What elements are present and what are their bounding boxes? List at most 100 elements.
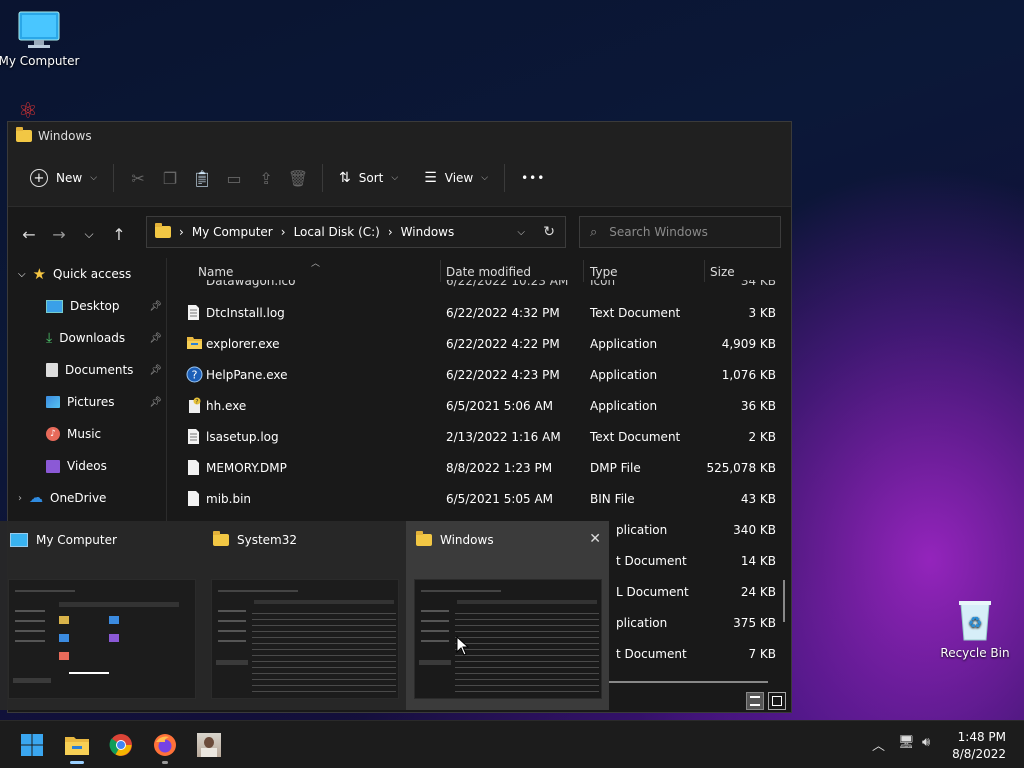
vertical-scrollbar[interactable]	[783, 580, 785, 622]
chevron-down-icon: ⌵	[391, 173, 399, 183]
command-bar: + New ⌵ ✂ ❐ 📋︎ ▭ ⇪ 🗑︎ ⇅ Sort ⌵ ☰ View ⌵ …	[8, 150, 791, 207]
column-divider[interactable]	[583, 260, 584, 282]
new-button[interactable]: + New ⌵	[22, 162, 105, 194]
address-dropdown-icon[interactable]: ⌵	[517, 227, 525, 238]
column-header-date[interactable]: Date modified	[446, 265, 531, 279]
breadcrumb-item[interactable]: Local Disk (C:)	[294, 225, 380, 239]
show-hidden-icons-button[interactable]: ︿	[872, 735, 885, 754]
file-type: Text Document	[590, 306, 681, 320]
table-row[interactable]: DtcInstall.log 6/22/2022 4:32 PM Text Docu…	[168, 298, 788, 329]
pin-icon[interactable]: 📌︎	[149, 333, 162, 344]
table-row[interactable]: ? HelpPane.exe 6/22/2022 4:23 PM Applicatio…	[168, 360, 788, 391]
up-button[interactable]: ↑	[104, 225, 134, 244]
atom-icon[interactable]: ⚛	[18, 101, 58, 123]
column-header-type[interactable]: Type	[590, 265, 618, 279]
recycle-bin-icon: ♻	[959, 601, 991, 641]
nav-item-pictures[interactable]: Pictures 📌︎	[8, 386, 166, 418]
more-options-button[interactable]: •••	[513, 162, 553, 194]
column-divider[interactable]	[440, 260, 441, 282]
thumbnail-system32[interactable]: System32	[203, 521, 406, 710]
search-box[interactable]: ⌕	[579, 216, 781, 248]
volume-icon[interactable]: 🔊︎	[922, 735, 930, 750]
table-row[interactable]: mib.bin 6/5/2021 5:05 AM BIN File 43 KB	[168, 484, 788, 515]
nav-quick-access[interactable]: ⌵ ★ Quick access	[8, 258, 166, 290]
rename-button[interactable]: ▭	[218, 162, 250, 194]
running-indicator	[70, 761, 84, 764]
clock[interactable]: 1:48 PM 8/8/2022	[952, 729, 1006, 763]
address-bar[interactable]: › My Computer › Local Disk (C:) › Window…	[146, 216, 566, 248]
desktop-folder-icon	[46, 299, 63, 313]
column-header-size[interactable]: Size	[710, 265, 735, 279]
table-row[interactable]: Datawagon.ico 6/22/2022 10:23 AM Icon 34…	[168, 280, 788, 298]
cut-button[interactable]: ✂	[122, 162, 154, 194]
file-name: mib.bin	[206, 492, 252, 506]
paste-button[interactable]: 📋︎	[186, 162, 218, 194]
recent-locations-button[interactable]: ⌵	[74, 227, 104, 242]
cloud-icon: ☁	[29, 490, 43, 506]
thumbnail-my-computer[interactable]: My Computer	[0, 521, 203, 710]
table-row[interactable]: ? hh.exe 6/5/2021 5:06 AM Application 36 KB	[168, 391, 788, 422]
thumbnail-windows[interactable]: Windows ✕	[406, 521, 609, 710]
taskbar-firefox[interactable]	[149, 729, 181, 764]
pin-icon[interactable]: 📌︎	[149, 301, 162, 312]
desktop-icon-recycle-bin[interactable]: ♻ Recycle Bin	[940, 598, 1010, 660]
more-icon: •••	[521, 171, 546, 185]
svg-text:?: ?	[195, 399, 198, 406]
nav-item-downloads[interactable]: ⤓ Downloads 📌︎	[8, 322, 166, 354]
nav-item-label: Videos	[67, 459, 107, 473]
copy-icon: ❐	[162, 168, 178, 188]
close-icon[interactable]: ✕	[589, 531, 601, 547]
nav-item-onedrive[interactable]: › ☁ OneDrive	[8, 482, 166, 514]
taskbar-chrome[interactable]	[105, 729, 137, 761]
nav-item-label: Desktop	[70, 299, 120, 313]
network-icon[interactable]: 🖥︎	[898, 735, 915, 750]
nav-item-videos[interactable]: Videos	[8, 450, 166, 482]
new-button-label: New	[56, 171, 83, 185]
breadcrumb-item[interactable]: My Computer	[192, 225, 273, 239]
chrome-icon	[109, 734, 132, 756]
breadcrumb-item[interactable]: Windows	[401, 225, 455, 239]
nav-item-documents[interactable]: Documents 📌︎	[8, 354, 166, 386]
back-button[interactable]: ←	[14, 225, 44, 244]
pin-icon[interactable]: 📌︎	[149, 365, 162, 376]
tiles-view-button[interactable]	[768, 692, 786, 710]
share-button[interactable]: ⇪	[250, 162, 282, 194]
copy-button[interactable]: ❐	[154, 162, 186, 194]
title-bar[interactable]: Windows	[8, 122, 791, 150]
clock-date: 8/8/2022	[952, 747, 1006, 761]
delete-button[interactable]: 🗑︎	[282, 162, 314, 194]
nav-item-label: OneDrive	[50, 491, 107, 505]
desktop-icon-label: My Computer	[0, 54, 80, 68]
nav-item-desktop[interactable]: Desktop 📌︎	[8, 290, 166, 322]
start-button[interactable]	[16, 729, 48, 761]
column-header-name[interactable]: Name	[198, 265, 233, 279]
file-explorer-icon	[65, 737, 89, 755]
sort-button-label: Sort	[358, 171, 384, 185]
view-button[interactable]: ☰ View ⌵	[416, 162, 496, 194]
details-view-button[interactable]	[746, 692, 764, 710]
search-icon: ⌕	[590, 224, 598, 240]
file-size: 2 KB	[748, 430, 776, 444]
help-icon: ?	[186, 366, 203, 383]
table-row[interactable]: MEMORY.DMP 8/8/2022 1:23 PM DMP File 525,07…	[168, 453, 788, 484]
file-size: 14 KB	[740, 554, 776, 568]
pin-icon[interactable]: 📌︎	[149, 397, 162, 408]
nav-item-music[interactable]: ♪ Music	[8, 418, 166, 450]
sort-button[interactable]: ⇅ Sort ⌵	[331, 162, 406, 194]
chevron-down-icon: ⌵	[90, 173, 98, 183]
clock-time: 1:48 PM	[957, 730, 1006, 744]
table-row[interactable]: explorer.exe 6/22/2022 4:22 PM Application…	[168, 329, 788, 360]
desktop-icon-my-computer[interactable]: My Computer	[0, 10, 84, 68]
taskbar-user-app[interactable]	[193, 729, 225, 761]
forward-button[interactable]: →	[44, 225, 74, 244]
search-input[interactable]	[607, 224, 762, 240]
firefox-icon	[154, 734, 176, 756]
taskbar-file-explorer[interactable]	[61, 729, 93, 764]
file-date: 6/5/2021 5:05 AM	[446, 492, 554, 506]
folder-icon	[213, 531, 229, 546]
column-divider[interactable]	[704, 260, 705, 282]
table-row[interactable]: lsasetup.log 2/13/2022 1:16 AM Text Docume…	[168, 422, 788, 453]
file-type: DMP File	[590, 461, 641, 475]
file-type: Application	[590, 337, 658, 351]
refresh-icon[interactable]: ↻	[543, 224, 555, 240]
